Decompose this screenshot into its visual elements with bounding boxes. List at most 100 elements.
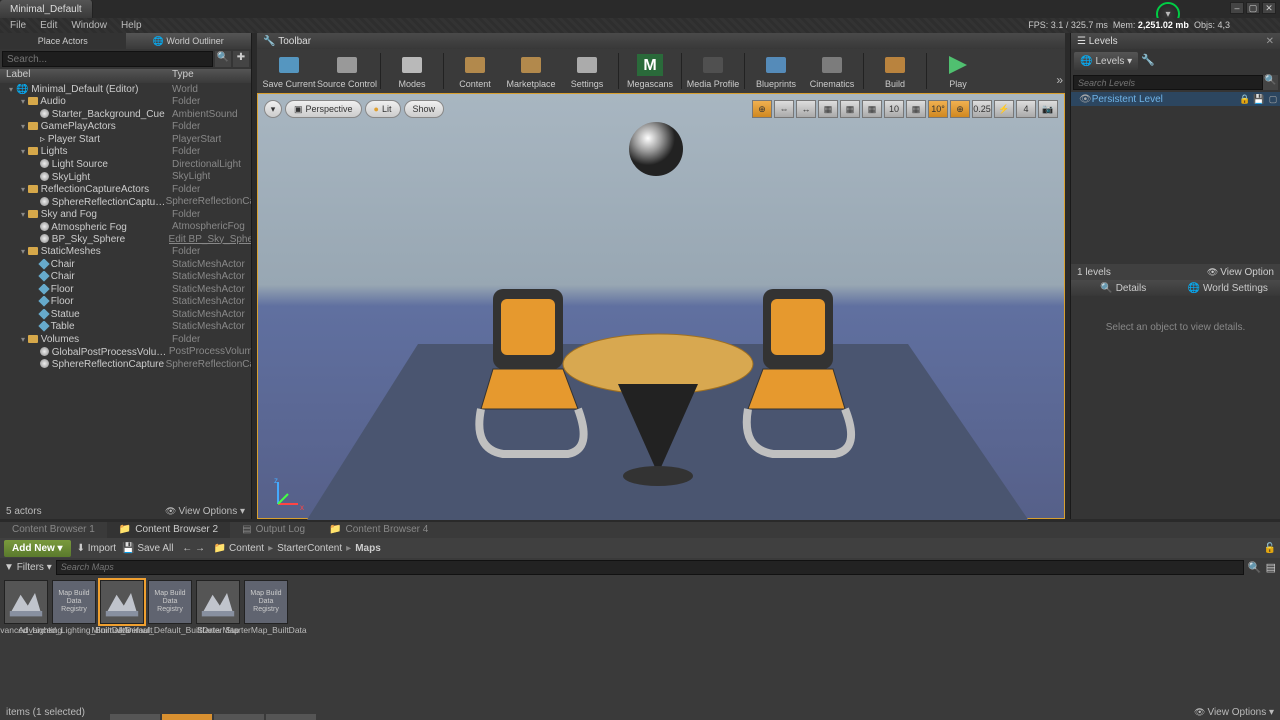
build-button[interactable]: Build — [867, 49, 923, 93]
wrench-icon: 🔧 — [263, 36, 275, 47]
search-icon[interactable]: 🔍 — [1248, 561, 1262, 574]
tree-row[interactable]: TableStaticMeshActor — [0, 321, 251, 334]
search-icon[interactable]: 🔍 — [215, 51, 231, 67]
persistent-level-row[interactable]: 👁 Persistent Level 🔒 💾 ▢ — [1071, 92, 1280, 106]
outliner-columns: LabelType — [0, 69, 251, 83]
cb-view-options[interactable]: View Options ▾ — [1194, 707, 1274, 718]
search-icon[interactable]: 🔍 — [1263, 75, 1278, 90]
filters-button[interactable]: ▼ Filters ▾ — [4, 562, 52, 573]
tree-row[interactable]: SphereReflectionCapture10SphereReflectio… — [0, 196, 251, 209]
add-new-button[interactable]: Add New ▾ — [4, 540, 71, 557]
levels-count: 1 levels — [1077, 267, 1111, 278]
menu-file[interactable]: File — [10, 20, 26, 31]
tab-cb4[interactable]: 📁 Content Browser 4 — [317, 522, 440, 538]
tree-row[interactable]: ▾ GamePlayActorsFolder — [0, 121, 251, 134]
tab-cb1[interactable]: Content Browser 1 — [0, 522, 107, 538]
svg-text:M: M — [643, 57, 656, 74]
tree-row[interactable]: ChairStaticMeshActor — [0, 271, 251, 284]
tab-world-settings[interactable]: 🌐World Settings — [1176, 280, 1280, 296]
tree-row[interactable]: StatueStaticMeshActor — [0, 308, 251, 321]
maximize-button[interactable]: ▢ — [1246, 2, 1260, 14]
media-button[interactable]: Media Profile — [685, 49, 741, 93]
import-button[interactable]: ⬇ Import — [77, 543, 117, 554]
tab-cb2[interactable]: 📁 Content Browser 2 — [107, 522, 230, 538]
main-toolbar: 🔧 Toolbar Save CurrentSource ControlMode… — [257, 33, 1065, 93]
tree-row[interactable]: ▾ LightsFolder — [0, 146, 251, 159]
content-button[interactable]: Content — [447, 49, 503, 93]
levels-view-options[interactable]: View Option — [1207, 267, 1274, 278]
summon-icon[interactable]: 🔧 — [1141, 55, 1155, 67]
tree-row[interactable]: ▾ VolumesFolder — [0, 333, 251, 346]
modes-button[interactable]: Modes — [384, 49, 440, 93]
bp-button[interactable]: Blueprints — [748, 49, 804, 93]
tree-row[interactable]: ▾ AudioFolder — [0, 96, 251, 109]
save-icon: 💾 — [1252, 94, 1266, 105]
breadcrumb[interactable]: 📁 Content▸StarterContent▸Maps — [214, 543, 381, 554]
asset-item[interactable]: Map Build Data RegistryStarterMap_BuiltD… — [244, 580, 288, 635]
asset-item[interactable]: Map Build Data RegistryMinimal_Default_B… — [148, 580, 192, 635]
stats-readout: FPS: 3.1 / 325.7 ms Mem: 2,251.02 mb Obj… — [1028, 20, 1230, 30]
save-button[interactable]: Save Current — [261, 49, 317, 93]
globe-icon: 🌐 — [1188, 283, 1200, 294]
window-controls: – ▢ ✕ — [1230, 2, 1276, 14]
close-button[interactable]: ✕ — [1262, 2, 1276, 14]
details-empty-text: Select an object to view details. — [1071, 322, 1280, 333]
cb-status: items (1 selected) — [6, 707, 85, 718]
tab-output-log[interactable]: ▤ Output Log — [230, 522, 317, 538]
lock-icon: 🔒 — [1238, 94, 1252, 105]
market-button[interactable]: Marketplace — [503, 49, 559, 93]
collapse-icon[interactable]: ▤ — [1266, 561, 1276, 574]
viewport[interactable]: ▾ ▣Perspective ●Lit Show ⊕⇔↔▦▦▦10▦10°⊕0.… — [257, 93, 1065, 519]
tree-row[interactable]: ChairStaticMeshActor — [0, 258, 251, 271]
save-all-button[interactable]: 💾 Save All — [122, 543, 173, 554]
settings-button[interactable]: Settings — [559, 49, 615, 93]
asset-item[interactable]: Map Build Data RegistryAdvanced_Lighting… — [52, 580, 96, 635]
outliner-search-input[interactable] — [2, 51, 213, 67]
levels-search-input[interactable] — [1073, 75, 1263, 90]
layers-icon: ☰ — [1077, 36, 1086, 47]
content-browser: Content Browser 1 📁 Content Browser 2 ▤ … — [0, 522, 1280, 720]
outliner-tree[interactable]: ▾🌐 Minimal_Default (Editor)World▾ AudioF… — [0, 83, 251, 371]
world-outliner-panel: Place Actors 🌐 World Outliner 🔍 ✚ LabelT… — [0, 33, 252, 519]
tree-row[interactable]: ▾🌐 Minimal_Default (Editor)World — [0, 83, 251, 96]
tree-row[interactable]: SkyLightSkyLight — [0, 171, 251, 184]
axis-gizmo-icon: z x — [272, 480, 302, 510]
tree-row[interactable]: ▾ Sky and FogFolder — [0, 208, 251, 221]
tab-place-actors[interactable]: Place Actors — [0, 33, 126, 49]
tree-row[interactable]: ▹ Player StartPlayerStart — [0, 133, 251, 146]
toolbar-overflow-icon[interactable]: » — [1056, 73, 1063, 87]
close-icon[interactable]: ✕ — [1266, 36, 1274, 47]
tree-row[interactable]: SphereReflectionCaptureSphereReflectionC… — [0, 358, 251, 371]
minimize-button[interactable]: – — [1230, 2, 1244, 14]
color-icon: ▢ — [1266, 94, 1280, 105]
tree-row[interactable]: BP_Sky_SphereEdit BP_Sky_Sphe — [0, 233, 251, 246]
globe-icon: 🌐 — [153, 36, 167, 46]
lock-icon[interactable]: 🔓 — [1264, 543, 1276, 554]
tree-row[interactable]: Starter_Background_CueAmbientSound — [0, 108, 251, 121]
tree-row[interactable]: FloorStaticMeshActor — [0, 296, 251, 309]
cine-button[interactable]: Cinematics — [804, 49, 860, 93]
play-button[interactable]: Play — [930, 49, 986, 93]
mega-button[interactable]: MMegascans — [622, 49, 678, 93]
details-icon: 🔍 — [1100, 283, 1112, 294]
asset-grid: Advanced_LightingMap Build Data Registry… — [0, 576, 1280, 639]
outliner-count: 5 actors — [6, 506, 42, 517]
add-actor-icon[interactable]: ✚ — [233, 51, 249, 67]
outliner-view-options[interactable]: View Options ▾ — [165, 506, 245, 517]
tree-row[interactable]: Light SourceDirectionalLight — [0, 158, 251, 171]
menu-help[interactable]: Help — [121, 20, 142, 31]
menu-edit[interactable]: Edit — [40, 20, 57, 31]
menu-window[interactable]: Window — [71, 20, 107, 31]
tree-row[interactable]: ▾ ReflectionCaptureActorsFolder — [0, 183, 251, 196]
tree-row[interactable]: FloorStaticMeshActor — [0, 283, 251, 296]
tab-world-outliner[interactable]: 🌐 World Outliner — [126, 33, 252, 49]
tab-details[interactable]: 🔍Details — [1071, 280, 1176, 296]
levels-panel: ☰ Levels✕ 🌐Levels ▾🔧 🔍 👁 Persistent Leve… — [1070, 33, 1280, 519]
tree-row[interactable]: ▾ StaticMeshesFolder — [0, 246, 251, 259]
title-tab[interactable]: Minimal_Default — [0, 0, 93, 18]
tree-row[interactable]: GlobalPostProcessVolumePostProcessVolum — [0, 346, 251, 359]
src-button[interactable]: Source Control — [317, 49, 377, 93]
cb-search-input[interactable] — [56, 560, 1244, 575]
levels-dropdown[interactable]: 🌐Levels ▾ — [1074, 52, 1138, 70]
tree-row[interactable]: Atmospheric FogAtmosphericFog — [0, 221, 251, 234]
